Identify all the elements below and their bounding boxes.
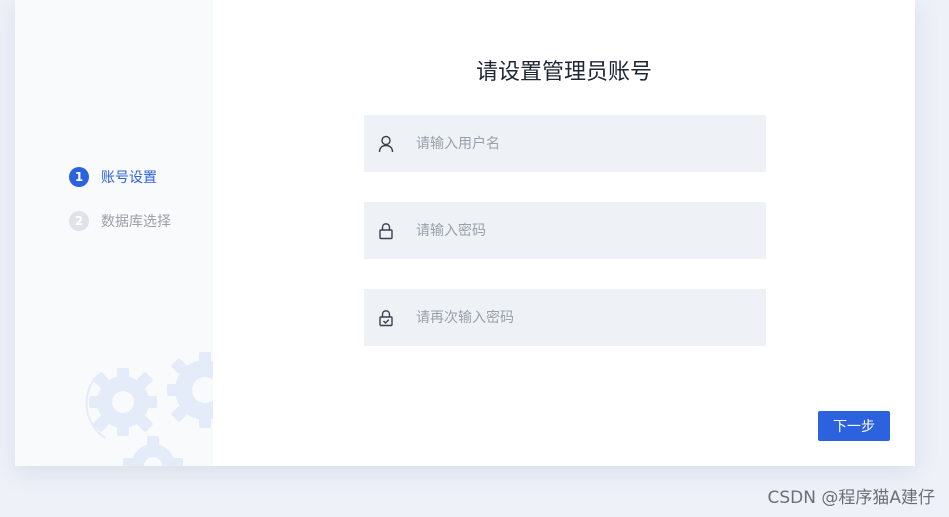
- lock-check-icon: [376, 308, 396, 328]
- step-number: 1: [69, 167, 89, 187]
- step-list: 1 账号设置 2 数据库选择: [69, 166, 171, 254]
- confirm-password-field[interactable]: [364, 289, 766, 346]
- user-icon: [376, 134, 396, 154]
- next-button[interactable]: 下一步: [818, 411, 890, 441]
- watermark: CSDN @程序猫A建仔: [767, 488, 935, 508]
- gear-icon: [85, 352, 213, 466]
- confirm-password-input[interactable]: [414, 308, 738, 327]
- step-number: 2: [69, 211, 89, 231]
- password-input[interactable]: [414, 221, 738, 240]
- step-sidebar: 1 账号设置 2 数据库选择: [15, 0, 213, 466]
- step-account-settings[interactable]: 1 账号设置: [69, 166, 171, 188]
- page-title: 请设置管理员账号: [475, 60, 652, 85]
- main-panel: 请设置管理员账号 请输入用户名 下一步: [213, 0, 915, 466]
- step-database-select[interactable]: 2 数据库选择: [69, 210, 171, 232]
- lock-icon: [376, 221, 396, 241]
- step-label: 数据库选择: [101, 214, 171, 230]
- password-field[interactable]: [364, 202, 766, 259]
- step-label: 账号设置: [101, 170, 157, 186]
- setup-card: 1 账号设置 2 数据库选择 请设置管理员账号 请输入用户名 下一步: [15, 0, 915, 466]
- username-field[interactable]: [364, 115, 766, 172]
- username-input[interactable]: [414, 134, 738, 153]
